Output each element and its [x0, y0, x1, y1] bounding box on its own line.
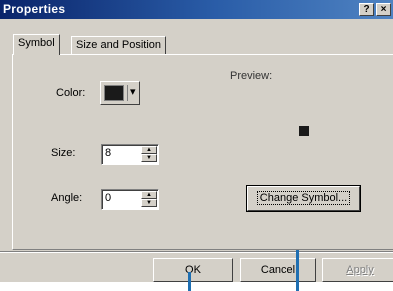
ok-button[interactable]: OK	[153, 258, 233, 282]
tab-size-and-position[interactable]: Size and Position	[71, 36, 166, 55]
angle-value: 0	[105, 192, 112, 204]
apply-label: Apply	[346, 264, 374, 276]
arrow-down-icon: ▼	[146, 200, 152, 206]
chevron-down-icon: ▾	[130, 86, 136, 98]
symbol-tab-panel: Color: ▾ Preview: Size: 8 ▲ ▼ Angle: 0 ▲…	[12, 54, 393, 250]
size-spin-up[interactable]: ▲	[141, 146, 157, 154]
size-spin-down[interactable]: ▼	[141, 154, 157, 162]
cancel-button[interactable]: Cancel	[240, 258, 316, 282]
change-symbol-button[interactable]: Change Symbol...	[246, 185, 361, 212]
cancel-label: Cancel	[260, 264, 296, 276]
ok-callout-line	[188, 272, 191, 291]
help-button[interactable]: ?	[359, 3, 374, 16]
tab-symbol-label: Symbol	[18, 37, 55, 49]
close-icon: ×	[380, 4, 387, 15]
properties-dialog: Properties ? × Symbol Size and Position …	[0, 0, 393, 282]
close-button[interactable]: ×	[376, 3, 391, 16]
arrow-down-icon: ▼	[146, 155, 152, 161]
help-icon: ?	[363, 4, 370, 15]
tab-symbol[interactable]: Symbol	[13, 34, 60, 55]
title-bar[interactable]: Properties ? ×	[0, 0, 393, 19]
arrow-up-icon: ▲	[146, 192, 152, 198]
angle-field[interactable]: 0 ▲ ▼	[101, 189, 159, 210]
footer-separator	[0, 251, 393, 253]
color-label: Color:	[56, 87, 86, 99]
change-symbol-label: Change Symbol...	[256, 191, 351, 205]
color-picker-divider	[127, 85, 128, 101]
arrow-up-icon: ▲	[146, 147, 152, 153]
dialog-title: Properties	[3, 2, 66, 16]
angle-label: Angle:	[51, 192, 83, 204]
angle-spin-up[interactable]: ▲	[141, 191, 157, 199]
preview-label: Preview:	[230, 70, 273, 82]
size-field[interactable]: 8 ▲ ▼	[101, 144, 159, 165]
tab-size-and-position-label: Size and Position	[76, 39, 161, 51]
apply-button[interactable]: Apply	[322, 258, 393, 282]
preview-symbol	[299, 126, 309, 136]
size-value: 8	[105, 147, 112, 159]
color-swatch	[104, 85, 124, 101]
angle-spin-down[interactable]: ▼	[141, 199, 157, 207]
size-label: Size:	[51, 147, 76, 159]
color-picker-button[interactable]: ▾	[100, 81, 140, 105]
